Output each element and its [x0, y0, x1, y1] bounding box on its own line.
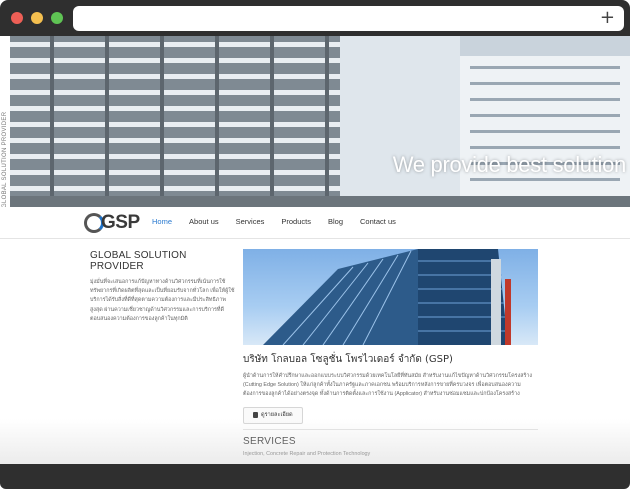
hero-banner: We provide best solution	[10, 36, 630, 207]
minimize-window-button[interactable]	[31, 12, 43, 24]
address-bar[interactable]: +	[73, 6, 624, 31]
nav-item-blog[interactable]: Blog	[328, 217, 343, 226]
document-icon	[253, 412, 258, 419]
intro-column: GLOBAL SOLUTION PROVIDER มุ่งมั่นที่จะเส…	[90, 250, 235, 324]
services-title: SERVICES	[243, 435, 296, 447]
nav-item-about-us[interactable]: About us	[189, 217, 219, 226]
nav-item-products[interactable]: Products	[281, 217, 311, 226]
nav-item-services[interactable]: Services	[236, 217, 265, 226]
read-more-button[interactable]: ดูรายละเอียด	[243, 406, 303, 424]
company-title: บริษัท โกลบอล โซลูชั่น โพรไวเดอร์ จำกัด …	[243, 354, 453, 365]
services-subtitle: Injection, Concrete Repair and Protectio…	[243, 450, 371, 457]
nav-item-home[interactable]: Home	[152, 217, 172, 226]
maximize-window-button[interactable]	[51, 12, 63, 24]
new-tab-icon[interactable]: +	[600, 8, 615, 28]
company-column: บริษัท โกลบอล โซลูชั่น โพรไวเดอร์ จำกัด …	[243, 249, 538, 457]
nav-item-contact-us[interactable]: Contact us	[360, 217, 396, 226]
hero-building-image	[10, 36, 630, 207]
intro-title: GLOBAL SOLUTION PROVIDER	[90, 250, 187, 272]
hero-tagline: We provide best solution	[392, 152, 627, 177]
company-building-image	[243, 249, 538, 345]
company-description: ผู้นำด้านการให้คำปรึกษาและออกแบบระบบวิศว…	[243, 373, 533, 398]
side-vertical-text: GLOBAL SOLUTION PROVIDER	[2, 111, 8, 208]
intro-body: มุ่งมั่นที่จะเสนอการแก้ปัญหาทางด้านวิศวก…	[90, 279, 235, 322]
logo-text: GSP	[101, 212, 140, 233]
gsp-logo[interactable]: GSP	[84, 211, 140, 235]
browser-chrome: +	[0, 0, 630, 36]
section-divider	[243, 428, 538, 430]
close-window-button[interactable]	[11, 12, 23, 24]
building-illustration	[263, 249, 511, 345]
browser-bottom-bar	[0, 464, 630, 489]
main-navbar: GSP Home About us Services Products Blog…	[0, 207, 630, 239]
page-viewport: GLOBAL SOLUTION PROVIDER We provide best…	[0, 36, 630, 464]
read-more-label: ดูรายละเอียด	[261, 412, 293, 419]
nav-menu: Home About us Services Products Blog Con…	[152, 217, 413, 226]
